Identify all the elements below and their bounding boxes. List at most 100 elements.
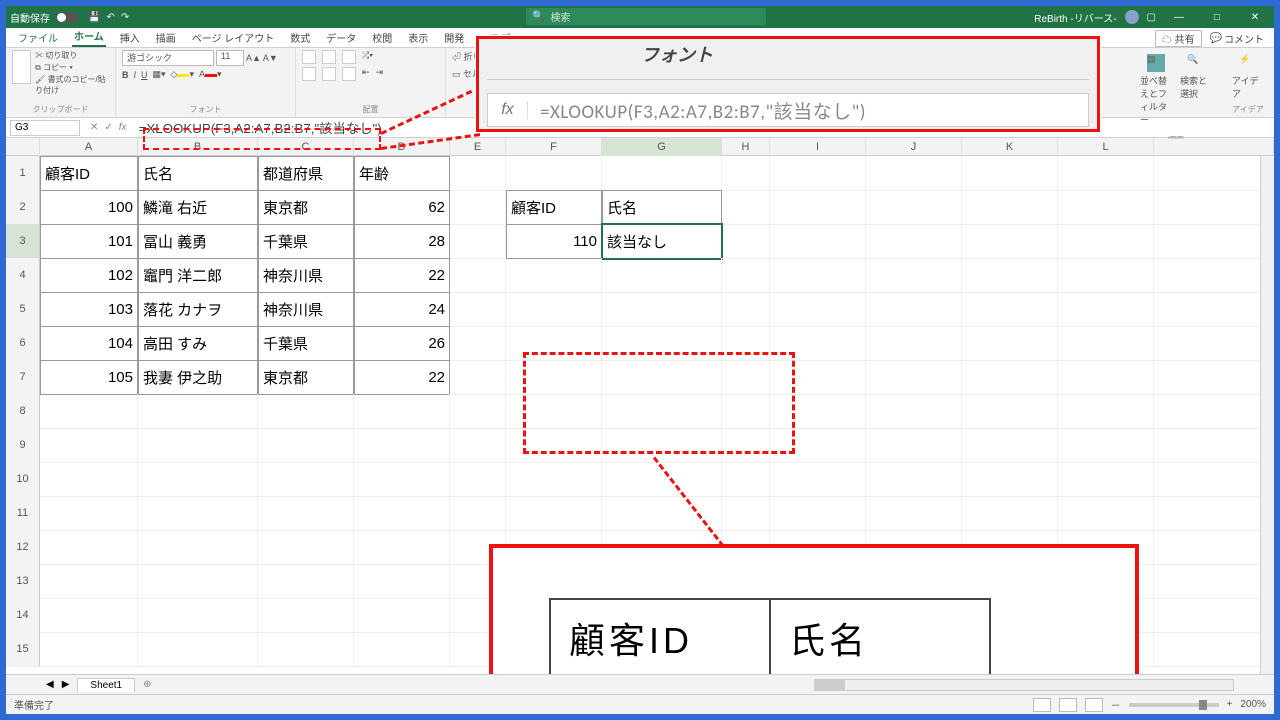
cell[interactable] [258, 394, 354, 429]
cell[interactable]: 千葉県 [258, 326, 354, 361]
cell[interactable]: 氏名 [138, 156, 258, 191]
cell[interactable] [258, 598, 354, 633]
row-header[interactable]: 6 [6, 326, 40, 361]
cell[interactable] [602, 326, 722, 361]
cell[interactable] [138, 598, 258, 633]
cell[interactable] [722, 360, 770, 395]
cell[interactable] [770, 258, 866, 293]
cell[interactable] [1154, 632, 1274, 667]
row-header[interactable]: 11 [6, 496, 40, 531]
cell[interactable] [506, 462, 602, 497]
cell[interactable] [258, 530, 354, 565]
cell[interactable] [1154, 496, 1274, 531]
ideas-button[interactable]: ⚡アイデア [1228, 50, 1268, 104]
col-H[interactable]: H [722, 138, 770, 156]
zoom-slider[interactable] [1129, 703, 1219, 707]
ribbon-display-icon[interactable]: ▢ [1147, 12, 1156, 23]
row-header[interactable]: 7 [6, 360, 40, 395]
cell[interactable] [722, 190, 770, 225]
cell[interactable] [866, 394, 962, 429]
italic-button[interactable]: I [134, 70, 137, 80]
cell[interactable] [866, 462, 962, 497]
cell[interactable] [770, 292, 866, 327]
cell[interactable] [722, 462, 770, 497]
cell[interactable] [506, 360, 602, 395]
name-box[interactable]: G3 [10, 120, 80, 136]
align-left-icon[interactable] [302, 67, 316, 81]
font-size-select[interactable]: 11 [216, 50, 244, 66]
cell[interactable] [40, 428, 138, 463]
cell[interactable] [1154, 564, 1274, 599]
cell[interactable] [1154, 360, 1274, 395]
cell[interactable] [722, 258, 770, 293]
cell[interactable] [1058, 496, 1154, 531]
cell[interactable] [258, 632, 354, 667]
cell[interactable]: 竈門 洋二郎 [138, 258, 258, 293]
row-header[interactable]: 15 [6, 632, 40, 667]
cell[interactable] [962, 326, 1058, 361]
cell[interactable] [450, 156, 506, 191]
row-header[interactable]: 12 [6, 530, 40, 565]
cell[interactable] [450, 496, 506, 531]
cell[interactable] [506, 394, 602, 429]
cell[interactable] [40, 462, 138, 497]
cell[interactable] [138, 428, 258, 463]
cell[interactable] [722, 496, 770, 531]
maximize-button[interactable]: □ [1202, 12, 1232, 23]
indent-decrease-icon[interactable]: ⇤ [362, 67, 370, 81]
cell[interactable]: 高田 すみ [138, 326, 258, 361]
cell[interactable] [602, 156, 722, 191]
cell[interactable] [40, 598, 138, 633]
cell[interactable]: 26 [354, 326, 450, 361]
cell[interactable] [866, 360, 962, 395]
cell[interactable] [866, 258, 962, 293]
cell[interactable]: 氏名 [602, 190, 722, 225]
cell[interactable] [770, 156, 866, 191]
cell[interactable] [1154, 190, 1274, 225]
paste-icon[interactable] [12, 50, 31, 84]
cell[interactable] [722, 326, 770, 361]
cell[interactable] [1058, 462, 1154, 497]
cell[interactable] [450, 292, 506, 327]
cell[interactable] [962, 224, 1058, 259]
cell[interactable]: 103 [40, 292, 138, 327]
cell[interactable] [866, 224, 962, 259]
col-I[interactable]: I [770, 138, 866, 156]
cell[interactable] [506, 326, 602, 361]
cell[interactable] [1154, 156, 1274, 191]
cell[interactable] [770, 394, 866, 429]
cell[interactable] [1058, 360, 1154, 395]
cell[interactable] [602, 496, 722, 531]
cell[interactable] [962, 394, 1058, 429]
save-icon[interactable]: 💾 [88, 12, 100, 23]
cell[interactable] [506, 428, 602, 463]
cell[interactable] [138, 632, 258, 667]
vertical-scrollbar[interactable] [1260, 156, 1274, 674]
align-middle-icon[interactable] [322, 50, 336, 64]
cell[interactable]: 冨山 義勇 [138, 224, 258, 259]
column-headers[interactable]: A B C D E F G H I J K L [6, 138, 1274, 156]
cell[interactable] [258, 496, 354, 531]
cell[interactable] [1058, 156, 1154, 191]
zoom-level[interactable]: 200% [1240, 699, 1266, 710]
cell[interactable] [962, 496, 1058, 531]
tab-page-layout[interactable]: ページ レイアウト [190, 28, 277, 47]
cell[interactable] [602, 428, 722, 463]
cell[interactable] [450, 224, 506, 259]
cell[interactable] [450, 428, 506, 463]
align-top-icon[interactable] [302, 50, 316, 64]
worksheet-area[interactable]: 1顧客ID氏名都道府県年齢2100鱗滝 右近東京都62顧客ID氏名3101冨山 … [6, 156, 1274, 676]
cell[interactable]: 東京都 [258, 190, 354, 225]
cell[interactable] [1154, 598, 1274, 633]
cell[interactable] [258, 462, 354, 497]
cell[interactable] [354, 428, 450, 463]
col-F[interactable]: F [506, 138, 602, 156]
share-button[interactable]: ☁ 共有 [1155, 30, 1202, 47]
page-layout-view-icon[interactable] [1059, 698, 1077, 712]
col-B[interactable]: B [138, 138, 258, 156]
row-header[interactable]: 10 [6, 462, 40, 497]
row-header[interactable]: 13 [6, 564, 40, 599]
enter-formula-icon[interactable]: ✓ [104, 122, 112, 133]
cell[interactable]: 102 [40, 258, 138, 293]
autosave-switch[interactable] [56, 12, 78, 23]
